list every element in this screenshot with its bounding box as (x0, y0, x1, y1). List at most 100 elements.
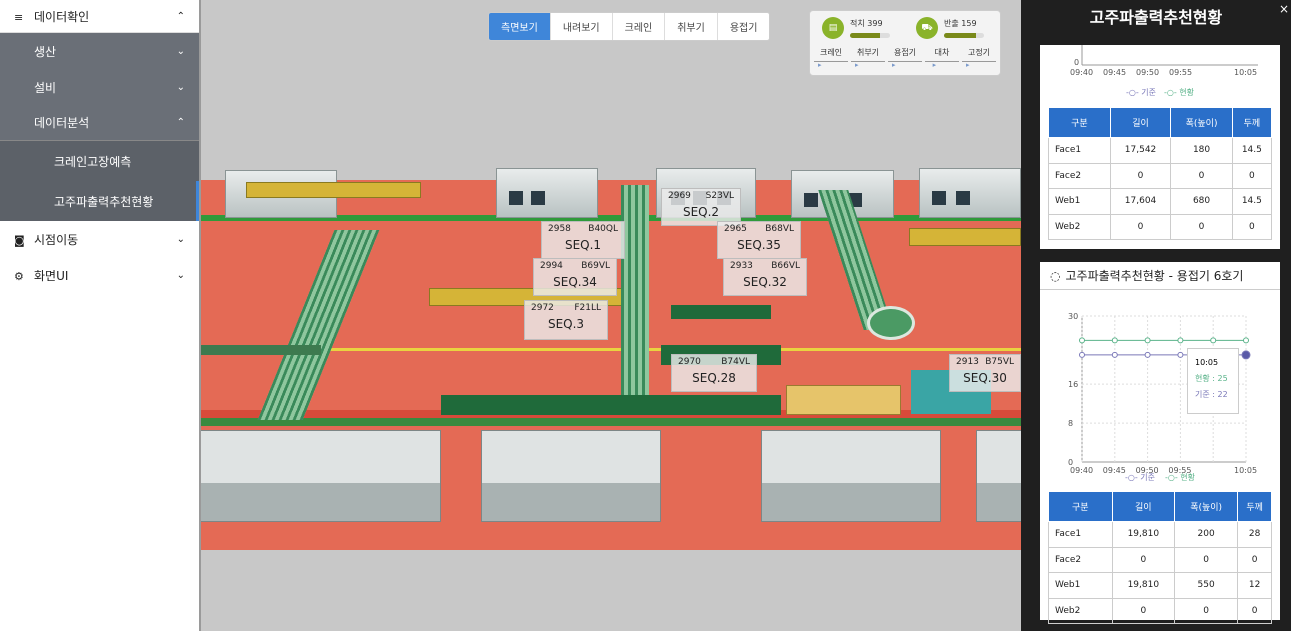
nav-screen-ui[interactable]: ⚙ 화면UI ⌄ (0, 257, 199, 293)
container (761, 430, 941, 522)
hf-card-2: ◌ 고주파출력추천현황 - 용접기 6호기 30 16 8 0 09:40 09:45 09… (1040, 262, 1280, 624)
data-point (1111, 351, 1118, 358)
seq-label[interactable]: 2965 B68VL SEQ.35 (717, 221, 801, 259)
chevron-down-icon: ⌄ (176, 269, 185, 281)
legend-base: -○- 기준 (1126, 88, 1156, 97)
tooltip-base: 기준 : 22 (1195, 390, 1228, 399)
status-out: ⛟ 반출 159 (916, 17, 984, 39)
factory-3d-view[interactable]: 2969 S23VL SEQ.2 2958 B40QL SEQ.1 2965 B68V… (201, 0, 1021, 631)
tooltip-current: 현황 : 25 (1195, 374, 1228, 383)
seq-code: B68VL (765, 224, 794, 234)
nav-equipment[interactable]: 설비 ⌄ (0, 69, 199, 105)
seq-label[interactable]: 2994 B69VL SEQ.34 (533, 258, 617, 296)
table-2: 구분 길이 폭(높이) 두께 Face1 19,810 200 28 Face2 0 0 0 W… (1048, 491, 1272, 624)
status-out-bar (944, 33, 984, 38)
seq-code: B75VL (985, 357, 1014, 367)
table-cell: Face1 (1048, 521, 1113, 548)
status-stack: ▤ 적치 399 (822, 17, 890, 39)
nav-crane-failure[interactable]: 크레인고장예측 (0, 141, 199, 181)
seq-number: SEQ.3 (547, 317, 585, 331)
container (201, 430, 441, 522)
safety-cross-icon (867, 306, 915, 340)
col-header: 구분 (1048, 107, 1111, 138)
col-header: 길이 (1109, 107, 1172, 138)
table-cell: 19,810 (1111, 572, 1176, 599)
nav-data-check[interactable]: ≡ 데이터확인 ⌃ (0, 0, 199, 33)
data-point (1079, 337, 1085, 344)
table-cell: 14.5 (1231, 188, 1273, 215)
status-tab-fixer[interactable]: 고정기 (962, 47, 996, 62)
seq-code: B66VL (771, 261, 800, 271)
col-header: 두께 (1231, 107, 1273, 138)
nav-production[interactable]: 생산 ⌄ (0, 33, 199, 69)
seq-code: S23VL (705, 191, 734, 201)
container (919, 168, 1021, 218)
gantry-crane[interactable] (909, 228, 1021, 246)
card-2-header: ◌ 고주파출력추천현황 - 용접기 6호기 (1040, 262, 1280, 290)
nav-viewpoint-label: 시점이동 (34, 232, 79, 247)
chart-2[interactable]: 30168009:40 09:45 09:50 09:55 10:05 (1040, 290, 1280, 478)
table-cell: 200 (1174, 521, 1239, 548)
panel-title: 고주파출력추천현황 (1089, 8, 1223, 27)
status-tab-welder[interactable]: 용접기 (888, 47, 922, 62)
nav-data-check-label: 데이터확인 (34, 9, 90, 24)
seq-code: F21LL (574, 303, 601, 313)
nav-viewpoint[interactable]: ◙ 시점이동 ⌄ (0, 221, 199, 257)
seq-number: SEQ.1 (564, 238, 602, 252)
seq-number: SEQ.32 (743, 275, 787, 289)
table-cell: 0 (1170, 213, 1233, 240)
x-tick: 09:50 (1136, 68, 1159, 77)
tab-mounter[interactable]: 취부기 (665, 13, 718, 40)
data-point (1144, 351, 1151, 358)
nav-hf-output[interactable]: 고주파출력추천현황 (0, 181, 199, 221)
legend-current: -○- 현황 (1164, 87, 1195, 97)
table-1: 구분 길이 폭(높이) 두께 Face1 17,542 180 14.5 Face2 0 0… (1048, 107, 1273, 240)
table-cell: 180 (1170, 137, 1233, 164)
x-tick: 10:05 (1234, 466, 1257, 475)
tab-top-view[interactable]: 내려보기 (551, 13, 613, 40)
seq-number: SEQ.30 (963, 371, 1007, 385)
table-cell: 28 (1237, 521, 1272, 548)
container (481, 430, 661, 522)
tab-side-view[interactable]: 측면보기 (489, 13, 551, 40)
seq-id: 2972 (531, 303, 554, 313)
chart-tooltip: 10:05 현황 : 25 기준 : 22 (1187, 348, 1239, 414)
seq-label[interactable]: 2972 F21LL SEQ.3 (524, 300, 608, 340)
status-tab-cart[interactable]: 대차 (925, 47, 959, 62)
nav-hf-output-label: 고주파출력추천현황 (54, 194, 154, 209)
nav-data-analysis[interactable]: 데이터분석 ⌃ (0, 105, 199, 141)
tab-crane[interactable]: 크레인 (613, 13, 666, 40)
view-mode-tabs: 측면보기 내려보기 크레인 취부기 용접기 (488, 12, 771, 41)
seq-label[interactable]: 2958 B40QL SEQ.1 (541, 221, 625, 259)
legend-base: -○- 기준 (1124, 473, 1155, 482)
status-tab-crane[interactable]: 크레인 (814, 47, 848, 62)
seq-label[interactable]: 2913 B75VL SEQ.30 (949, 354, 1021, 392)
status-stack-label: 적치 399 (850, 19, 883, 28)
data-point (1079, 351, 1085, 358)
table-cell: 0 (1111, 546, 1176, 573)
seq-code: B69VL (581, 261, 610, 271)
y-tick: 30 (1068, 312, 1078, 321)
status-stack-bar (850, 33, 890, 38)
seq-id: 2970 (678, 357, 701, 367)
col-header: 길이 (1111, 491, 1176, 522)
transfer-cart[interactable] (786, 385, 901, 415)
gantry-crane[interactable] (246, 182, 421, 198)
table-row: Web1 17,604 680 14.5 (1048, 188, 1273, 215)
container (496, 168, 598, 218)
camera-icon: ◙ (14, 233, 25, 247)
status-tab-mounter[interactable]: 취부기 (851, 47, 885, 62)
seq-label[interactable]: 2933 B66VL SEQ.32 (723, 258, 807, 296)
table-cell: 17,542 (1109, 137, 1172, 164)
container (976, 430, 1021, 522)
table-cell: Web1 (1048, 188, 1111, 215)
tab-welder[interactable]: 용접기 (718, 13, 770, 40)
tooltip-time: 10:05 (1195, 358, 1219, 367)
close-icon[interactable]: × (1279, 2, 1289, 16)
nav-data-analysis-label: 데이터분석 (34, 116, 90, 130)
col-header: 구분 (1048, 491, 1113, 522)
table-cell: 0 (1231, 162, 1273, 189)
hf-card-1: 0 09:40 09:45 09:50 09:55 10:05 -○- 기준 -○- 현… (1040, 45, 1280, 249)
seq-label[interactable]: 2970 B74VL SEQ.28 (671, 354, 757, 392)
table-cell: 0 (1174, 597, 1239, 624)
